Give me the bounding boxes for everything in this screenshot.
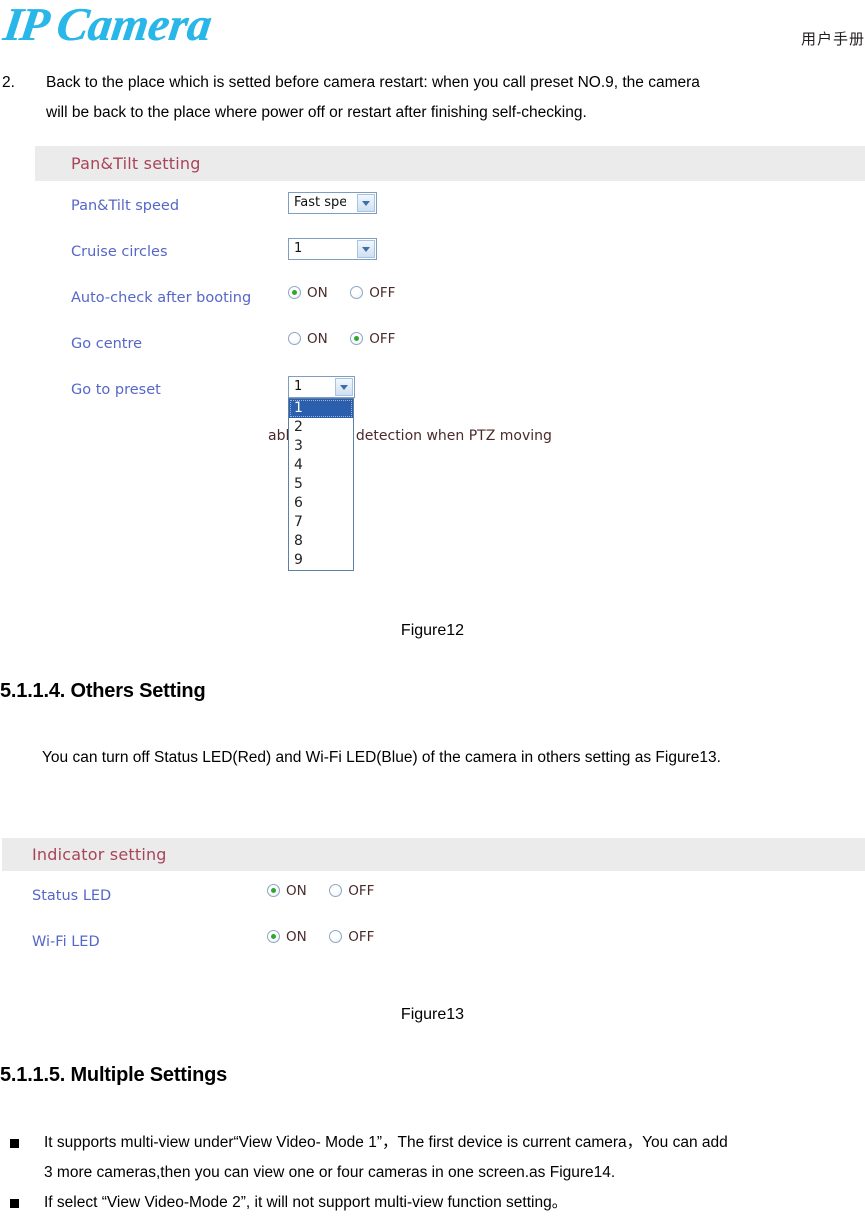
radio-group-go-centre: ON OFF [288, 330, 413, 348]
bullet-item: It supports multi-view under“View Video-… [2, 1128, 865, 1188]
label-go-centre: Go centre [71, 336, 143, 352]
list-number: 2. [2, 74, 15, 91]
dropdown-option[interactable]: 2 [289, 418, 353, 437]
indicator-form: Status LED ON OFF Wi-Fi LED ON OFF [2, 871, 865, 974]
row-pan-tilt-speed: Pan&Tilt speed Fast speed [35, 192, 865, 238]
control-wifi-led: ON OFF [267, 928, 392, 946]
radio-button-icon-on[interactable] [288, 332, 301, 346]
label-cruise-circles: Cruise circles [71, 244, 168, 260]
document-header: IPCamera 用户手册 [0, 0, 865, 56]
go-to-preset-dropdown-list[interactable]: 1 2 3 4 5 6 7 8 9 [288, 398, 354, 571]
heading-others-setting: 5.1.1.4. Others Setting [0, 680, 206, 702]
radio-option-wifi-led-off[interactable]: OFF [329, 928, 392, 946]
logo-text-ip: IP [0, 0, 51, 51]
paragraph-line-1: Back to the place which is setted before… [46, 74, 700, 91]
radio-button-icon-off[interactable] [350, 286, 364, 300]
radio-button-icon-off[interactable] [329, 930, 343, 944]
pan-tilt-form: Pan&Tilt speed Fast speed Cruise circles… [35, 181, 865, 422]
row-go-to-preset: Go to preset 1 [35, 376, 865, 422]
select-pan-tilt-speed[interactable]: Fast speed [288, 192, 377, 214]
control-pan-tilt-speed: Fast speed [288, 192, 377, 214]
select-go-to-preset[interactable]: 1 [288, 376, 355, 398]
label-pan-tilt-speed: Pan&Tilt speed [71, 198, 180, 214]
select-go-to-preset-value: 1 [294, 379, 303, 394]
user-manual-label: 用户手册 [800, 30, 865, 48]
radio-option-auto-check-on[interactable]: ON [288, 284, 346, 302]
chevron-down-icon[interactable] [357, 240, 375, 258]
pan-tilt-panel-header: Pan&Tilt setting [35, 146, 865, 181]
indicator-panel-title: Indicator setting [32, 845, 167, 864]
radio-option-auto-check-off[interactable]: OFF [350, 284, 413, 302]
bullet-item: If select “View Video-Mode 2”, it will n… [2, 1188, 865, 1218]
radio-button-icon-on[interactable] [267, 930, 280, 944]
bullet-square-icon [10, 1199, 19, 1208]
select-cruise-circles-value: 1 [294, 241, 303, 256]
label-go-to-preset: Go to preset [71, 382, 161, 398]
multiple-settings-bullet-list: It supports multi-view under“View Video-… [2, 1128, 865, 1218]
dropdown-option[interactable]: 6 [289, 494, 353, 513]
control-status-led: ON OFF [267, 882, 392, 900]
pan-tilt-setting-panel: Pan&Tilt setting Pan&Tilt speed Fast spe… [35, 146, 865, 422]
control-go-to-preset: 1 [288, 376, 355, 398]
dropdown-option[interactable]: 4 [289, 456, 353, 475]
dropdown-option[interactable]: 5 [289, 475, 353, 494]
indicator-setting-panel: Indicator setting Status LED ON OFF Wi-F… [2, 838, 865, 974]
radio-label-off: OFF [369, 284, 396, 301]
row-cruise-circles: Cruise circles 1 [35, 238, 865, 284]
radio-option-status-led-off[interactable]: OFF [329, 882, 392, 900]
radio-option-go-centre-on[interactable]: ON [288, 330, 346, 348]
others-setting-paragraph: You can turn off Status LED(Red) and Wi-… [42, 749, 721, 766]
radio-label-off: OFF [369, 330, 396, 347]
row-wifi-led: Wi-Fi LED ON OFF [2, 928, 865, 974]
logo-text-camera: Camera [53, 0, 215, 51]
dropdown-option[interactable]: 3 [289, 437, 353, 456]
radio-button-icon-on[interactable] [267, 884, 280, 898]
label-status-led: Status LED [32, 888, 112, 904]
dropdown-option[interactable]: 9 [289, 551, 353, 570]
select-cruise-circles[interactable]: 1 [288, 238, 377, 260]
bullet-line-1: It supports multi-view under“View Video-… [44, 1134, 728, 1151]
paragraph-line-2: will be back to the place where power of… [46, 104, 587, 121]
pan-tilt-panel-title: Pan&Tilt setting [71, 154, 201, 173]
figure13-caption: Figure13 [400, 1006, 465, 1023]
bullet-line-1: If select “View Video-Mode 2”, it will n… [44, 1194, 568, 1211]
radio-group-auto-check: ON OFF [288, 284, 413, 302]
radio-button-icon-off[interactable] [350, 332, 364, 346]
label-wifi-led: Wi-Fi LED [32, 934, 100, 950]
radio-label-on: ON [307, 284, 328, 301]
ip-camera-logo: IPCamera [0, 0, 215, 52]
radio-label-off: OFF [348, 928, 375, 945]
dropdown-option[interactable]: 8 [289, 532, 353, 551]
numbered-paragraph: 2. Back to the place which is setted befo… [2, 68, 863, 128]
row-auto-check-after-booting: Auto-check after booting ON OFF [35, 284, 865, 330]
control-go-centre: ON OFF [288, 330, 413, 348]
bullet-line-2: 3 more cameras,then you can view one or … [44, 1164, 616, 1181]
select-pan-tilt-speed-value: Fast speed [294, 195, 346, 210]
radio-group-wifi-led: ON OFF [267, 928, 392, 946]
figure12-caption: Figure12 [400, 622, 465, 639]
radio-option-status-led-on[interactable]: ON [267, 882, 325, 900]
radio-label-on: ON [307, 330, 328, 347]
radio-option-wifi-led-on[interactable]: ON [267, 928, 325, 946]
radio-option-go-centre-off[interactable]: OFF [350, 330, 413, 348]
indicator-panel-header: Indicator setting [2, 838, 865, 871]
radio-label-off: OFF [348, 882, 375, 899]
dropdown-option[interactable]: 7 [289, 513, 353, 532]
radio-button-icon-on[interactable] [288, 286, 301, 300]
radio-label-on: ON [286, 928, 307, 945]
radio-button-icon-off[interactable] [329, 884, 343, 898]
radio-group-status-led: ON OFF [267, 882, 392, 900]
bullet-square-icon [10, 1139, 19, 1148]
control-auto-check-after-booting: ON OFF [288, 284, 413, 302]
label-auto-check-after-booting: Auto-check after booting [71, 290, 252, 306]
row-go-centre: Go centre ON OFF [35, 330, 865, 376]
radio-label-on: ON [286, 882, 307, 899]
control-cruise-circles: 1 [288, 238, 377, 260]
row-status-led: Status LED ON OFF [2, 882, 865, 928]
chevron-down-icon[interactable] [335, 378, 353, 396]
heading-multiple-settings: 5.1.1.5. Multiple Settings [0, 1064, 228, 1086]
dropdown-option[interactable]: 1 [289, 399, 353, 418]
chevron-down-icon[interactable] [357, 194, 375, 212]
